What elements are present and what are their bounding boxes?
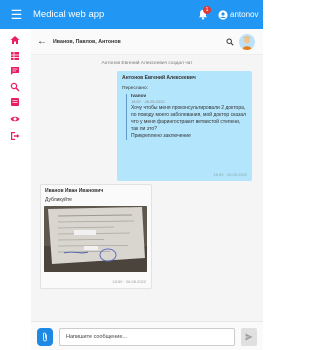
chat-avatar[interactable] [239,33,255,50]
menu-icon[interactable]: ☰ [0,0,33,29]
document-photo-image [44,206,147,272]
message-input[interactable] [59,328,235,346]
forwarded-message: Ivanov 18:57 · 26.05.2022 Хочу чтобы мен… [126,94,247,140]
search-icon [226,37,234,46]
search-icon[interactable] [10,82,20,92]
message-time: 18:59 · 26.05.2022 [112,279,146,284]
forwarded-time: 18:57 · 26.05.2022 [131,99,165,104]
app-bar: ☰ Medical web app 1 antonov [0,0,263,29]
chat-search-button[interactable] [223,37,237,46]
send-icon [245,333,253,341]
forwarded-text: Хочу чтобы меня проконсультировали 2 док… [131,105,247,132]
eye-icon[interactable] [10,114,20,124]
attach-button[interactable] [37,328,53,346]
logout-icon[interactable] [10,131,20,141]
forwarded-label: Переслано: [122,86,148,91]
message-text: Дубликуйте [45,197,72,203]
attached-photo[interactable] [44,206,147,272]
message-composer [31,321,263,350]
username: antonov [230,10,259,19]
incoming-message[interactable]: Иванов Иван Иванович Дубликуйте 18:59 · … [40,184,152,289]
avatar-image [239,33,255,50]
account-icon [218,9,228,20]
message-sender: Иванов Иван Иванович [45,188,104,194]
forwarded-attachment-note: Прикреплено заключение [131,133,191,139]
message-time: 18:59 · 26.05.2022 [213,172,247,177]
chat-panel: ← Иванов, Павлов, Антонов Антонов Евгени… [31,29,263,350]
chat-icon[interactable] [10,66,20,76]
send-button[interactable] [241,328,257,346]
document-icon[interactable] [10,97,20,107]
outgoing-message[interactable]: Антонов Евгений Алексеевич Переслано: Iv… [117,71,252,181]
notification-badge: 1 [203,6,211,14]
paperclip-icon [43,332,47,342]
chat-title: Иванов, Павлов, Антонов [53,38,121,45]
notifications-button[interactable]: 1 [194,0,212,29]
sidebar [0,29,31,350]
app-title: Medical web app [33,9,105,20]
grid-icon[interactable] [10,51,20,61]
chat-header: ← Иванов, Павлов, Антонов [31,29,263,55]
home-icon[interactable] [10,35,20,45]
system-message: Антонов Евгений Алексеевич создал чат [101,61,193,66]
message-sender: Антонов Евгений Алексеевич [122,75,196,81]
user-menu[interactable]: antonov [218,9,263,20]
back-arrow-icon[interactable]: ← [31,36,53,47]
